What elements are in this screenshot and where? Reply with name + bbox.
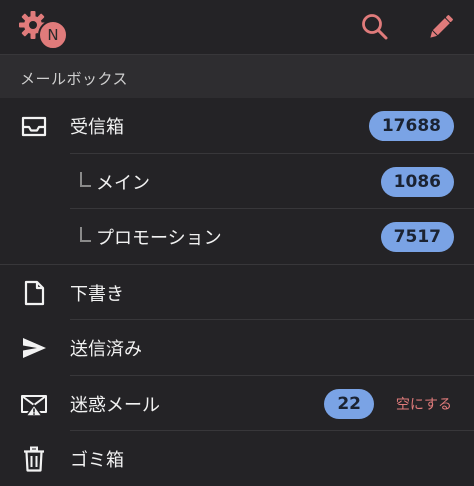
mailbox-promotions[interactable]: プロモーション 7517 <box>0 209 474 265</box>
section-title: メールボックス <box>20 70 129 88</box>
mail-app: N メールボックス 受信箱 17688 メイン 1086 プロモーション 751… <box>0 0 474 486</box>
unread-count-badge: 22 <box>324 388 374 419</box>
mailbox-label: 下書き <box>70 283 124 305</box>
mailbox-trash[interactable]: ゴミ箱 <box>0 431 474 486</box>
search-icon <box>362 14 388 40</box>
unread-count-badge: 17688 <box>368 111 454 141</box>
send-icon <box>23 338 46 358</box>
mailbox-label: 受信箱 <box>70 117 124 138</box>
top-bar: N <box>0 0 474 54</box>
mailbox-label: 送信済み <box>70 339 142 360</box>
search-button[interactable] <box>358 10 392 44</box>
trash-icon <box>24 446 44 472</box>
mailbox-spam[interactable]: 迷惑メール 22 空にする <box>0 375 474 431</box>
mailbox-main[interactable]: メイン 1086 <box>0 153 474 209</box>
empty-spam-button[interactable]: 空にする <box>396 394 452 414</box>
inbox-icon <box>21 116 47 137</box>
tree-branch-icon <box>80 171 91 187</box>
draft-icon <box>24 280 45 305</box>
unread-count-badge: 1086 <box>380 166 454 197</box>
mailbox-inbox[interactable]: 受信箱 17688 <box>0 98 474 154</box>
mailbox-sent[interactable]: 送信済み <box>0 320 474 376</box>
mailbox-label: メイン <box>96 172 150 194</box>
mailbox-label: ゴミ箱 <box>70 450 124 471</box>
unread-count-badge: 7517 <box>380 222 454 252</box>
mailbox-label: プロモーション <box>96 228 222 249</box>
account-avatar: N <box>38 20 68 50</box>
mailbox-drafts[interactable]: 下書き <box>0 264 474 320</box>
settings-button[interactable]: N <box>18 10 68 50</box>
pencil-icon <box>430 15 453 38</box>
mailbox-label: 迷惑メール <box>70 394 160 416</box>
mailbox-list: 受信箱 17688 メイン 1086 プロモーション 7517 下書き 送信済み… <box>0 98 474 486</box>
tree-branch-icon <box>80 227 91 242</box>
compose-button[interactable] <box>424 10 458 44</box>
spam-icon <box>21 394 47 417</box>
mailbox-section-header: メールボックス <box>0 54 474 99</box>
